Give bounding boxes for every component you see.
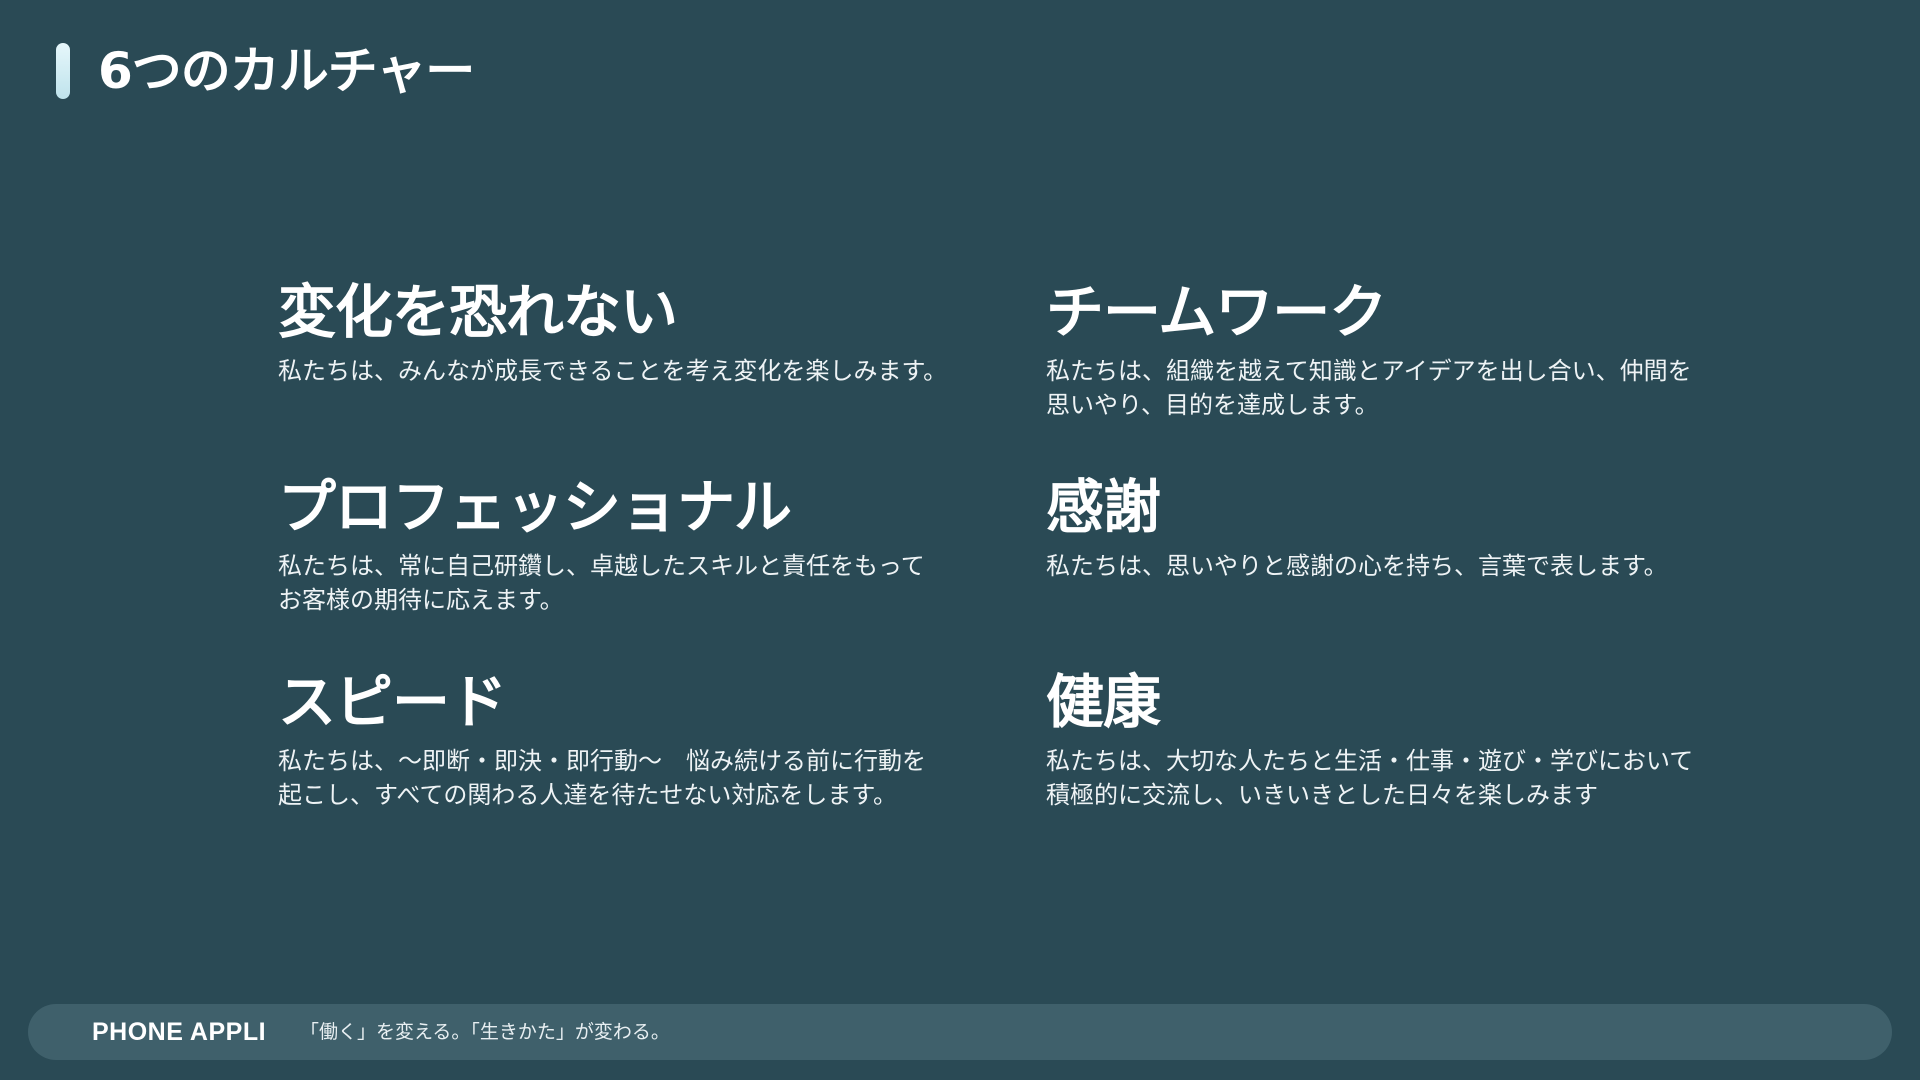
culture-title: 健康	[1046, 668, 1161, 736]
culture-card-professional: プロフェッショナル 私たちは、常に自己研鑽し、卓越したスキルと責任をもって お客様…	[278, 469, 1046, 664]
title-accent-bar	[56, 43, 70, 99]
culture-card-change: 変化を恐れない 私たちは、みんなが成長できることを考え変化を楽しみます。	[278, 274, 1046, 469]
culture-description: 私たちは、常に自己研鑽し、卓越したスキルと責任をもって お客様の期待に応えます。	[278, 552, 925, 614]
footer-slogan: 「働く」を変える。「生きかた」が変わる。	[300, 1021, 670, 1043]
culture-description: 私たちは、組織を越えて知識とアイデアを出し合い、仲間を 思いやり、目的を達成します…	[1046, 357, 1692, 419]
culture-title: 感謝	[1046, 473, 1161, 541]
culture-card-gratitude: 感謝 私たちは、思いやりと感謝の心を持ち、言葉で表します。	[1046, 469, 1748, 664]
footer-bar: PHONE APPLI 「働く」を変える。「生きかた」が変わる。	[28, 1004, 1892, 1060]
culture-title: プロフェッショナル	[278, 473, 792, 541]
page-title: 6つのカルチャー	[98, 42, 475, 100]
culture-title: スピード	[278, 668, 507, 736]
culture-description: 私たちは、大切な人たちと生活・仕事・遊び・学びにおいて 積極的に交流し、いきいきと…	[1046, 747, 1694, 809]
culture-description: 私たちは、思いやりと感謝の心を持ち、言葉で表します。	[1046, 552, 1668, 580]
culture-description: 私たちは、みんなが成長できることを考え変化を楽しみます。	[278, 357, 948, 385]
culture-card-teamwork: チームワーク 私たちは、組織を越えて知識とアイデアを出し合い、仲間を 思いやり、目…	[1046, 274, 1748, 469]
brand-logo-text: PHONE APPLI	[92, 1018, 267, 1046]
culture-grid: 変化を恐れない 私たちは、みんなが成長できることを考え変化を楽しみます。 チーム…	[278, 274, 1748, 834]
culture-title: チームワーク	[1046, 278, 1387, 346]
culture-title: 変化を恐れない	[278, 278, 678, 346]
culture-card-health: 健康 私たちは、大切な人たちと生活・仕事・遊び・学びにおいて 積極的に交流し、いき…	[1046, 664, 1748, 834]
culture-description: 私たちは、～即断・即決・即行動～ 悩み続ける前に行動を 起こし、すべての関わる人達…	[278, 747, 926, 809]
culture-card-speed: スピード 私たちは、～即断・即決・即行動～ 悩み続ける前に行動を 起こし、すべての…	[278, 664, 1046, 834]
